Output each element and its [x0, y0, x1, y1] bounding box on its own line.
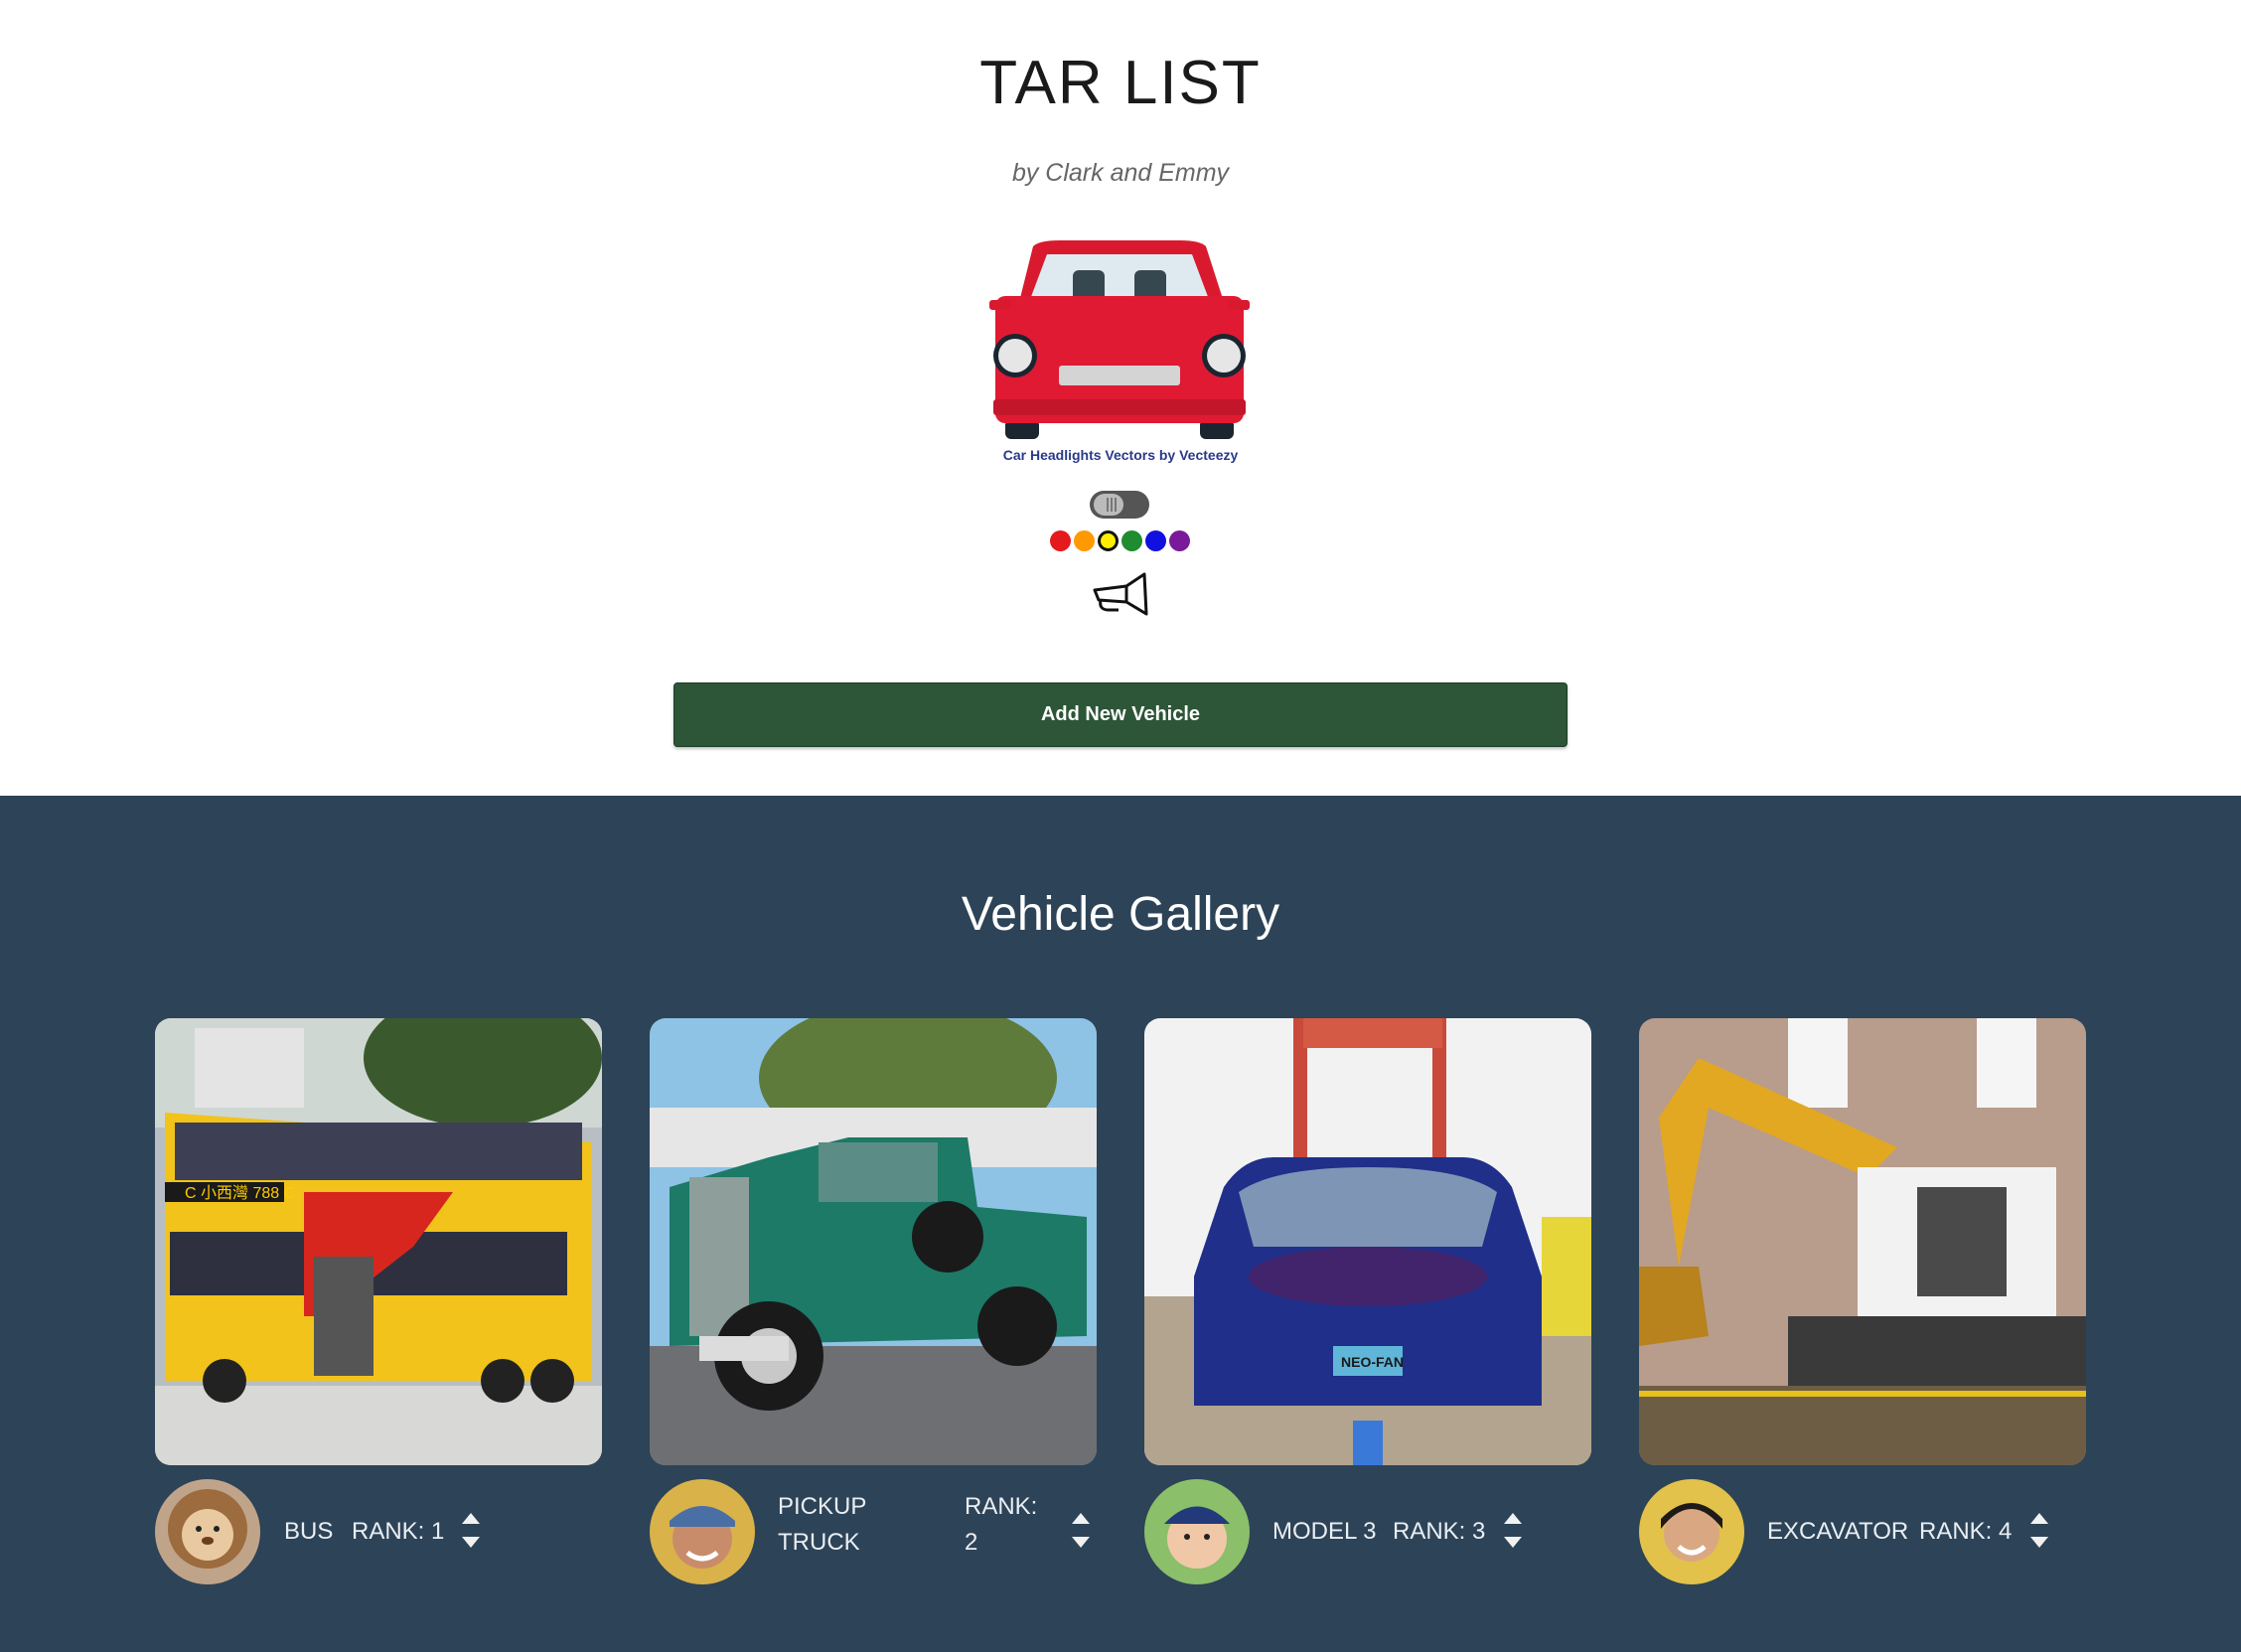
vehicle-rank: RANK: 4 [1919, 1518, 2013, 1545]
rank-up-icon[interactable] [2030, 1513, 2048, 1524]
vehicle-card: NEO-FAN MODEL 3 RANK: 3 [1144, 1018, 1591, 1584]
rank-down-icon[interactable] [1072, 1537, 1090, 1548]
svg-text:NEO-FAN: NEO-FAN [1341, 1354, 1404, 1370]
vehicle-rank: RANK: 2 [965, 1493, 1038, 1556]
rank-up-icon[interactable] [1072, 1513, 1090, 1524]
vehicle-name: BUS [284, 1518, 334, 1545]
header-section: TAR LIST by Clark and Emmy Car Headlight… [0, 0, 2241, 796]
red-car-icon [989, 240, 1250, 439]
vehicle-name: PICKUP TRUCK [778, 1493, 866, 1556]
vehicle-meta: BUS RANK: 1 [155, 1477, 602, 1586]
vehicle-photo-excavator [1639, 1018, 2086, 1465]
rank-up-icon[interactable] [1504, 1513, 1522, 1524]
avatar-man [650, 1479, 755, 1584]
horn-icon[interactable] [1089, 570, 1152, 618]
svg-text:C 小西灣 788 C: C 小西灣 788 C [185, 1184, 295, 1202]
rank-stepper[interactable] [2028, 1513, 2050, 1553]
vehicle-card: PICKUP TRUCK RANK: 2 [650, 1018, 1097, 1584]
color-swatch-green[interactable] [1121, 530, 1142, 551]
toggle-switch-icon[interactable] [1090, 491, 1149, 519]
gallery-title: Vehicle Gallery [961, 888, 1280, 941]
avatar-lion [155, 1479, 260, 1584]
vehicle-photo-bus: C 小西灣 788 C [155, 1018, 602, 1465]
color-swatch-purple[interactable] [1169, 530, 1190, 551]
vehicle-rank: RANK: 1 [352, 1518, 445, 1545]
rank-stepper[interactable] [1070, 1513, 1092, 1553]
color-swatch-blue[interactable] [1145, 530, 1166, 551]
avatar-child [1144, 1479, 1250, 1584]
app-title: TAR LIST [979, 49, 1262, 117]
vehicle-name: MODEL 3 [1272, 1518, 1377, 1545]
vehicle-name: EXCAVATOR [1767, 1518, 1909, 1545]
rank-stepper[interactable] [1502, 1513, 1524, 1553]
avatar-woman [1639, 1479, 1744, 1584]
vehicle-rank: RANK: 3 [1393, 1518, 1486, 1545]
app-subtitle: by Clark and Emmy [1011, 159, 1230, 187]
color-picker [1050, 530, 1193, 554]
vehicle-meta: MODEL 3 RANK: 3 [1144, 1477, 1591, 1586]
vehicle-photo-model-3: NEO-FAN [1144, 1018, 1591, 1465]
vehicle-gallery: Vehicle Gallery C 小西灣 788 C BUS RANK: 1 … [0, 796, 2241, 1652]
vehicle-meta: EXCAVATOR RANK: 4 [1639, 1477, 2086, 1586]
rank-down-icon[interactable] [2030, 1537, 2048, 1548]
logo-credit[interactable]: Car Headlights Vectors by Vecteezy [0, 447, 2241, 463]
color-swatch-yellow[interactable] [1098, 530, 1119, 551]
rank-stepper[interactable] [460, 1513, 482, 1553]
color-swatch-orange[interactable] [1074, 530, 1095, 551]
vehicle-card: EXCAVATOR RANK: 4 [1639, 1018, 2086, 1584]
rank-down-icon[interactable] [462, 1537, 480, 1548]
vehicle-card: C 小西灣 788 C BUS RANK: 1 [155, 1018, 602, 1584]
color-swatch-red[interactable] [1050, 530, 1071, 551]
vehicle-photo-pickup-truck [650, 1018, 1097, 1465]
add-vehicle-button[interactable]: Add New Vehicle [673, 682, 1568, 747]
vehicle-meta: PICKUP TRUCK RANK: 2 [650, 1477, 1097, 1586]
rank-down-icon[interactable] [1504, 1537, 1522, 1548]
rank-up-icon[interactable] [462, 1513, 480, 1524]
